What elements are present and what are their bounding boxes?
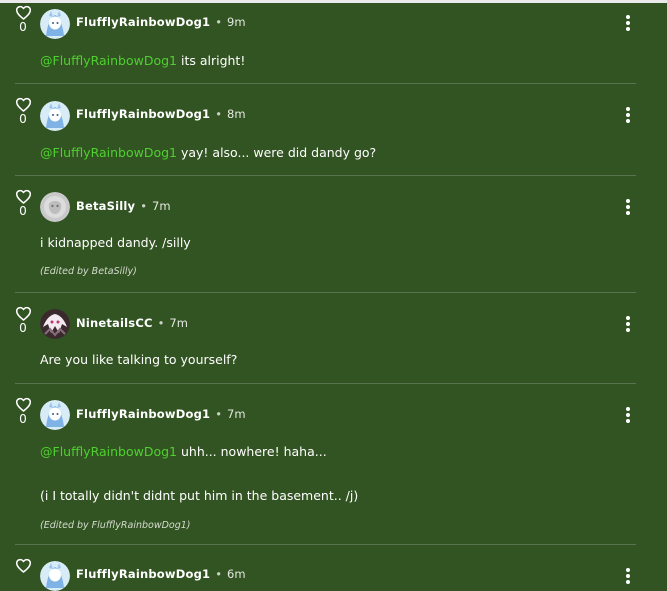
like-control[interactable]: 0: [14, 5, 32, 34]
like-count: 0: [19, 321, 27, 335]
comment-text-line-2: (i I totally didn't didnt put him in the…: [40, 488, 359, 503]
comment-menu-button[interactable]: [624, 316, 632, 334]
heart-outline-icon[interactable]: [15, 5, 32, 20]
top-border: [0, 0, 667, 3]
comment-meta: BetaSilly • 7m: [76, 199, 171, 213]
avatar[interactable]: [40, 561, 70, 591]
timestamp: 7m: [152, 199, 171, 213]
timestamp: 7m: [169, 316, 188, 330]
heart-outline-icon[interactable]: [15, 97, 32, 112]
comment-menu-button[interactable]: [624, 107, 632, 125]
divider: [15, 544, 636, 545]
like-control[interactable]: 0: [14, 306, 32, 335]
like-count: 0: [19, 20, 27, 34]
separator: •: [215, 567, 223, 581]
like-count: 0: [19, 412, 27, 426]
comment-text: @FlufflyRainbowDog1 its alright!: [40, 53, 245, 69]
heart-outline-icon[interactable]: [15, 306, 32, 321]
divider: [15, 83, 636, 84]
separator: •: [215, 107, 223, 121]
comment-meta: FlufflyRainbowDog1 • 6m: [76, 567, 246, 581]
comment-meta: NinetailsCC • 7m: [76, 316, 188, 330]
username[interactable]: BetaSilly: [76, 199, 135, 213]
username[interactable]: FlufflyRainbowDog1: [76, 407, 210, 421]
comment-menu-button[interactable]: [624, 407, 632, 425]
timestamp: 8m: [227, 107, 246, 121]
avatar[interactable]: [40, 309, 70, 339]
comment-meta: FlufflyRainbowDog1 • 7m: [76, 407, 246, 421]
separator: •: [140, 199, 148, 213]
timestamp: 9m: [227, 15, 246, 29]
comment-body-text: its alright!: [177, 53, 246, 68]
divider: [15, 292, 636, 293]
comment-menu-button[interactable]: [624, 568, 632, 586]
timestamp: 7m: [227, 407, 246, 421]
divider: [15, 383, 636, 384]
comment-body-text: uhh... nowhere! haha...: [177, 444, 327, 459]
comment-text: @FlufflyRainbowDog1 uhh... nowhere! haha…: [40, 444, 327, 460]
comment-menu-button[interactable]: [624, 199, 632, 217]
comment-text: @FlufflyRainbowDog1 yay! also... were di…: [40, 145, 376, 161]
heart-outline-icon[interactable]: [15, 189, 32, 204]
username[interactable]: FlufflyRainbowDog1: [76, 15, 210, 29]
avatar[interactable]: [40, 9, 70, 39]
divider: [15, 175, 636, 176]
separator: •: [215, 15, 223, 29]
comment-meta: FlufflyRainbowDog1 • 8m: [76, 107, 246, 121]
comment-text: i kidnapped dandy. /silly: [40, 235, 191, 250]
heart-outline-icon[interactable]: [15, 397, 32, 412]
like-count: 0: [19, 112, 27, 126]
like-control[interactable]: 0: [14, 97, 32, 126]
mention-link[interactable]: @FlufflyRainbowDog1: [40, 444, 177, 459]
comment-meta: FlufflyRainbowDog1 • 9m: [76, 15, 246, 29]
mention-link[interactable]: @FlufflyRainbowDog1: [40, 145, 177, 160]
timestamp: 6m: [227, 567, 246, 581]
like-control[interactable]: [14, 558, 32, 573]
comment-menu-button[interactable]: [624, 15, 632, 33]
comment-body-text: yay! also... were did dandy go?: [177, 145, 377, 160]
like-control[interactable]: 0: [14, 397, 32, 426]
like-count: 0: [19, 204, 27, 218]
edited-note: (Edited by FlufflyRainbowDog1): [40, 520, 191, 531]
avatar[interactable]: [40, 101, 70, 131]
heart-outline-icon[interactable]: [15, 558, 32, 573]
avatar[interactable]: [40, 192, 70, 222]
separator: •: [157, 316, 165, 330]
edited-note: (Edited by BetaSilly): [40, 266, 137, 277]
username[interactable]: FlufflyRainbowDog1: [76, 107, 210, 121]
separator: •: [215, 407, 223, 421]
username[interactable]: FlufflyRainbowDog1: [76, 567, 210, 581]
like-control[interactable]: 0: [14, 189, 32, 218]
mention-link[interactable]: @FlufflyRainbowDog1: [40, 53, 177, 68]
avatar[interactable]: [40, 400, 70, 430]
comment-text: Are you like talking to yourself?: [40, 352, 238, 367]
username[interactable]: NinetailsCC: [76, 316, 153, 330]
